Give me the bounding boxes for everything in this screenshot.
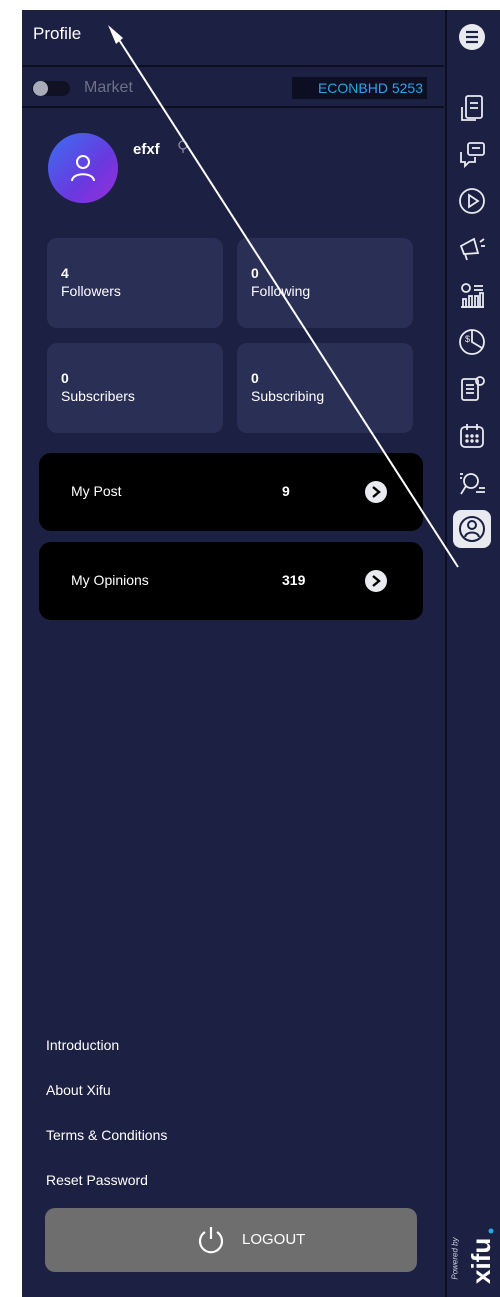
my-post-row[interactable]: My Post 9 <box>39 453 423 531</box>
user-icon <box>71 155 95 182</box>
profile-app: Profile Market ECONBHD 5253 efxf 4 Follo… <box>22 10 500 1297</box>
search-settings-icon[interactable] <box>453 464 491 502</box>
following-label: Following <box>251 283 311 299</box>
subscribing-label: Subscribing <box>251 388 325 404</box>
xifu-logo: xifu <box>466 1228 494 1284</box>
subscribing-count: 0 <box>251 370 259 386</box>
play-icon[interactable] <box>453 182 491 220</box>
pin-icon[interactable] <box>177 140 189 154</box>
followers-count: 4 <box>61 265 69 281</box>
chevron-right-icon[interactable] <box>365 570 387 592</box>
subscribers-card[interactable]: 0 Subscribers <box>47 343 223 433</box>
username: efxf <box>133 141 160 158</box>
powered-by-label: Powered by <box>450 1237 460 1280</box>
followers-card[interactable]: 4 Followers <box>47 238 223 328</box>
page-title: Profile <box>33 24 82 43</box>
megaphone-icon[interactable] <box>453 229 491 267</box>
my-post-count: 9 <box>282 483 290 499</box>
econ-badge: ECONBHD 5253 <box>292 77 427 99</box>
market-label: Market <box>84 79 133 96</box>
avatar[interactable] <box>48 133 118 203</box>
dollar-chart-icon[interactable]: $ <box>453 323 491 361</box>
chevron-right-icon[interactable] <box>365 481 387 503</box>
terms-link[interactable]: Terms & Conditions <box>46 1127 167 1143</box>
my-opinions-row[interactable]: My Opinions 319 <box>39 542 423 620</box>
following-card[interactable]: 0 Following <box>237 238 413 328</box>
finance-chart-icon[interactable] <box>453 276 491 314</box>
svg-text:xifu: xifu <box>466 1238 494 1284</box>
following-count: 0 <box>251 265 259 281</box>
logout-button[interactable]: LOGOUT <box>45 1208 417 1272</box>
chat-icon[interactable] <box>453 136 491 174</box>
document-icon[interactable] <box>453 89 491 127</box>
svg-text:$: $ <box>465 334 470 344</box>
market-divider <box>22 106 444 108</box>
about-link[interactable]: About Xifu <box>46 1082 111 1098</box>
power-icon <box>198 1227 224 1254</box>
menu-icon[interactable] <box>453 18 491 56</box>
reset-password-link[interactable]: Reset Password <box>46 1172 148 1188</box>
introduction-link[interactable]: Introduction <box>46 1037 119 1053</box>
subscribing-card[interactable]: 0 Subscribing <box>237 343 413 433</box>
profile-icon[interactable] <box>453 510 491 548</box>
calendar-icon[interactable] <box>453 417 491 455</box>
news-icon[interactable] <box>453 370 491 408</box>
followers-label: Followers <box>61 283 121 299</box>
my-opinions-label: My Opinions <box>71 572 149 588</box>
my-opinions-count: 319 <box>282 572 306 588</box>
logout-label: LOGOUT <box>242 1231 306 1248</box>
my-post-label: My Post <box>71 483 122 499</box>
market-toggle[interactable] <box>32 81 70 96</box>
rail-divider <box>445 10 447 1297</box>
header-divider <box>22 65 444 67</box>
powered-by: Powered by <box>450 1236 464 1286</box>
subscribers-label: Subscribers <box>61 388 135 404</box>
toggle-knob <box>33 81 48 96</box>
subscribers-count: 0 <box>61 370 69 386</box>
